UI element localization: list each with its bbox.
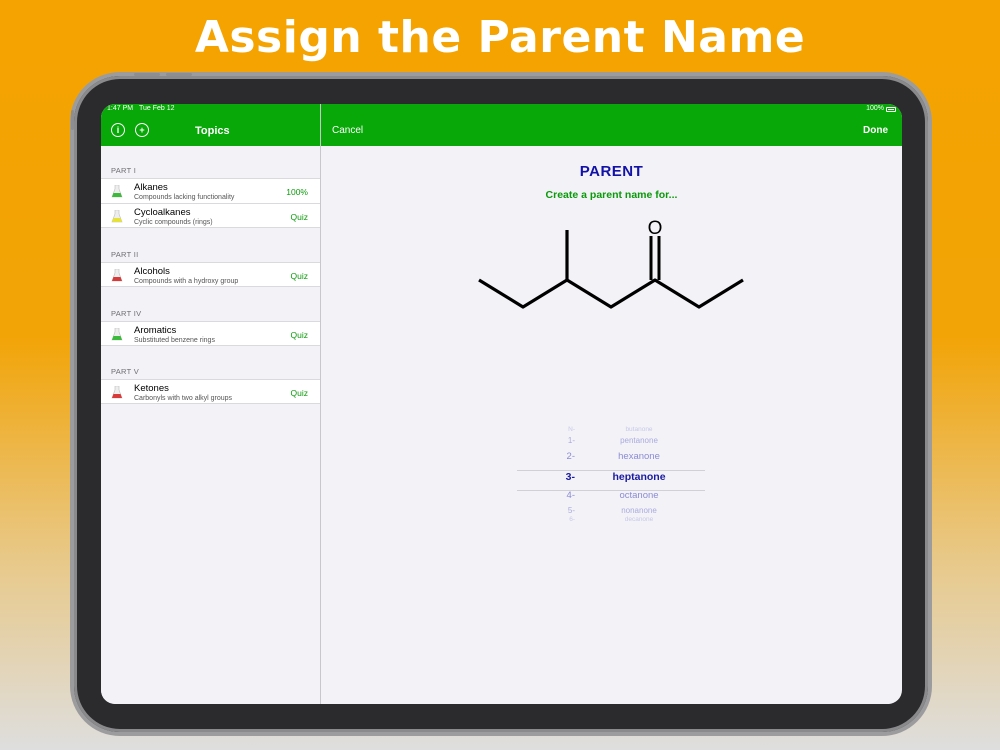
picker-locant: N- xyxy=(568,426,575,433)
screen: i + Topics Cancel Done 1:47 PM Tue Feb 1… xyxy=(101,104,902,704)
cancel-button[interactable]: Cancel xyxy=(332,125,363,136)
done-button[interactable]: Done xyxy=(863,125,888,136)
picker-locant: 6- xyxy=(569,516,575,523)
battery-icon xyxy=(886,107,896,112)
list-item-aromatics[interactable]: Aromatics Substituted benzene rings Quiz xyxy=(101,321,320,346)
picker-name: pentanone xyxy=(620,436,658,445)
item-subtitle: Substituted benzene rings xyxy=(134,337,215,344)
status-date: Tue Feb 12 xyxy=(139,105,175,112)
item-title: Cycloalkanes xyxy=(134,207,191,218)
picker-locant: 2- xyxy=(566,451,575,462)
list-item-alcohols[interactable]: Alcohols Compounds with a hydroxy group … xyxy=(101,262,320,287)
item-subtitle: Compounds lacking functionality xyxy=(134,194,235,201)
picker-name: heptanone xyxy=(612,471,666,483)
flask-icon xyxy=(111,185,123,198)
picker-locant: 4- xyxy=(566,490,575,501)
picker-name: hexanone xyxy=(618,451,660,462)
split-divider xyxy=(320,104,321,704)
prefix-name-picker[interactable]: N-butanone 1- pentanone 2- hexanone 3- heptano… xyxy=(517,426,705,531)
section-header: PART I xyxy=(111,166,137,175)
top-button xyxy=(134,73,160,76)
item-status: Quiz xyxy=(290,388,308,398)
item-title: Alcohols xyxy=(134,266,170,277)
flask-icon xyxy=(111,210,123,223)
item-subtitle: Carbonyls with two alkyl groups xyxy=(134,395,233,402)
section-header: PART II xyxy=(111,250,139,259)
item-status: Quiz xyxy=(290,330,308,340)
picker-name: butanone xyxy=(625,426,653,433)
picker-name: decanone xyxy=(624,516,654,523)
list-item-cycloalkanes[interactable]: Cycloalkanes Cyclic compounds (rings) Qu… xyxy=(101,203,320,228)
sidebar-title: Topics xyxy=(195,125,230,137)
sidebar: PART I Alkanes Compounds lacking functio… xyxy=(101,146,320,704)
top-button xyxy=(166,73,192,76)
page-title: PARENT xyxy=(579,163,644,180)
item-subtitle: Compounds with a hydroxy group xyxy=(134,278,239,285)
item-title: Ketones xyxy=(134,383,169,394)
flask-icon xyxy=(111,386,123,399)
list-item-ketones[interactable]: Ketones Carbonyls with two alkyl groups … xyxy=(101,379,320,404)
status-bar: 1:47 PM Tue Feb 12 100% xyxy=(101,104,902,114)
info-icon[interactable]: i xyxy=(111,123,125,137)
promo-title: Assign the Parent Name xyxy=(194,12,806,63)
list-item-alkanes[interactable]: Alkanes Compounds lacking functionality … xyxy=(101,178,320,204)
side-button xyxy=(71,110,74,130)
item-status: Quiz xyxy=(290,212,308,222)
section-header: PART V xyxy=(111,367,140,376)
ipad-frame: i + Topics Cancel Done 1:47 PM Tue Feb 1… xyxy=(71,73,928,732)
status-battery-text: 100% xyxy=(866,105,884,112)
picker-name: nonanone xyxy=(621,506,657,515)
picker-locant: 1- xyxy=(567,436,575,445)
flask-icon xyxy=(111,328,123,341)
molecule-structure: O xyxy=(478,218,744,309)
picker-name: octanone xyxy=(619,490,659,501)
oxygen-label: O xyxy=(648,218,663,239)
section-header: PART IV xyxy=(111,309,142,318)
add-icon[interactable]: + xyxy=(135,123,149,137)
picker-locant: 5- xyxy=(567,506,575,515)
item-status: 100% xyxy=(286,187,308,197)
picker-locant: 3- xyxy=(565,471,575,483)
flask-icon xyxy=(111,269,123,282)
status-time: 1:47 PM xyxy=(107,105,134,112)
detail-pane: PARENT Create a parent name for... O N-b… xyxy=(321,146,902,704)
item-status: Quiz xyxy=(290,271,308,281)
item-title: Aromatics xyxy=(134,325,177,336)
prompt-text: Create a parent name for... xyxy=(545,189,678,201)
item-title: Alkanes xyxy=(134,182,168,193)
item-subtitle: Cyclic compounds (rings) xyxy=(134,219,213,226)
